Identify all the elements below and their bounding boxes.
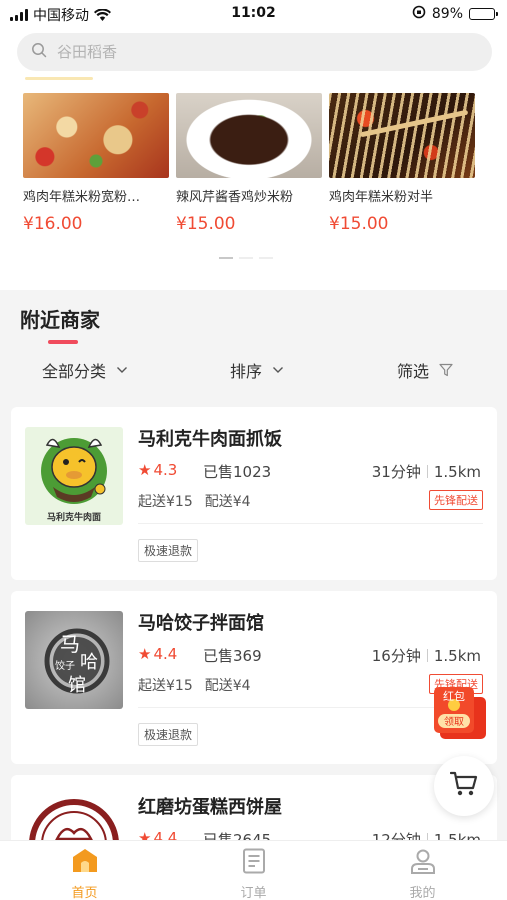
chevron-down-icon (116, 366, 128, 374)
dish-price: ¥15.00 (329, 214, 389, 234)
nav-orders[interactable]: 订单 (169, 841, 338, 900)
shop-logo: 马 哈 饺子 馆 (25, 611, 123, 709)
sort-filter[interactable]: 排序 (230, 358, 284, 382)
shop-logo: 马利克牛肉面 (25, 427, 123, 525)
delivery-time: 16分钟 (371, 647, 421, 665)
divider (138, 523, 483, 524)
nearby-title: 附近商家 (20, 308, 100, 332)
nav-profile-label: 我的 (409, 886, 436, 900)
nav-home[interactable]: 首页 (0, 841, 169, 900)
order-icon (241, 848, 267, 878)
svg-text:马利克牛肉面: 马利克牛肉面 (47, 511, 101, 523)
sort-filter-label: 排序 (230, 362, 263, 381)
nav-home-label: 首页 (71, 886, 98, 900)
red-packet-button[interactable]: 红包 领取 (432, 683, 488, 741)
dish-image (329, 93, 475, 178)
refund-tag: 极速退款 (138, 539, 199, 562)
shop-sold: 已售1023 (203, 463, 272, 481)
star-icon: ★ (138, 461, 152, 479)
search-bar[interactable] (17, 33, 492, 71)
shop-distance: 1.5km (433, 462, 481, 481)
dish-image (176, 93, 322, 178)
category-filter[interactable]: 全部分类 (42, 358, 128, 382)
dish-image (23, 93, 169, 178)
red-packet-label: 红包 (443, 690, 465, 703)
recommend-list: 鸡肉年糕米粉宽粉… ¥16.00 辣风芹酱香鸡炒米粉 ¥15.00 鸡肉年糕米粉… (23, 93, 475, 234)
min-order: 起送¥15 (138, 494, 193, 510)
delivery-fee: 配送¥4 (204, 494, 251, 510)
dish-name: 鸡肉年糕米粉对半 (329, 190, 434, 205)
logo-char: 馆 (68, 675, 86, 696)
recommend-item[interactable]: 鸡肉年糕米粉对半 ¥15.00 (329, 93, 475, 234)
cart-button[interactable] (434, 756, 494, 816)
recommend-item[interactable]: 辣风芹酱香鸡炒米粉 ¥15.00 (176, 93, 322, 234)
cart-icon (449, 771, 478, 801)
recommend-item[interactable]: 鸡肉年糕米粉宽粉… ¥16.00 (23, 93, 169, 234)
dish-price: ¥16.00 (23, 214, 83, 234)
shop-name: 马利克牛肉面抓饭 (138, 429, 282, 450)
delivery-fee: 配送¥4 (204, 678, 251, 694)
shop-card[interactable]: 马利克牛肉面 马利克牛肉面抓饭 ★ 4.3 已售1023 31分钟 1.5km 起送… (11, 407, 497, 580)
nav-profile[interactable]: 我的 (338, 841, 507, 900)
bottom-nav: 首页 订单 我的 (0, 840, 507, 900)
nav-orders-label: 订单 (240, 886, 267, 900)
delivery-time: 31分钟 (371, 463, 421, 481)
screen-filter[interactable]: 筛选 (397, 358, 453, 382)
logo-char: 马 (60, 632, 80, 656)
shop-card[interactable]: 马 哈 饺子 馆 马哈饺子拌面馆 ★ 4.4 已售369 16分钟 1.5km 起送… (11, 591, 497, 764)
section-indicator (25, 77, 93, 80)
funnel-icon (439, 363, 453, 377)
chevron-down-icon (272, 366, 284, 374)
dish-price: ¥15.00 (176, 214, 236, 234)
home-icon (72, 848, 98, 878)
shop-sold: 已售369 (203, 647, 262, 665)
filter-row: 全部分类 排序 筛选 (0, 358, 507, 384)
rotation-lock-icon (412, 5, 426, 23)
title-underline (48, 340, 78, 344)
red-packet-claim: 领取 (444, 715, 464, 728)
shop-rating: 4.4 (153, 645, 178, 663)
battery-percent: 89% (431, 6, 463, 22)
refund-tag: 极速退款 (138, 723, 199, 746)
shop-name: 马哈饺子拌面馆 (138, 613, 264, 634)
dish-name: 辣风芹酱香鸡炒米粉 (176, 190, 294, 205)
carousel-pager (219, 257, 273, 259)
shop-name: 红磨坊蛋糕西饼屋 (138, 797, 282, 818)
status-bar: 中国移动 11:02 89% (0, 0, 507, 28)
star-icon: ★ (138, 645, 152, 663)
logo-char: 饺子 (55, 659, 75, 672)
min-order: 起送¥15 (138, 678, 193, 694)
dish-name: 鸡肉年糕米粉宽粉… (23, 190, 141, 205)
shop-distance: 1.5km (433, 646, 481, 665)
delivery-badge: 先锋配送 (429, 490, 483, 510)
search-input[interactable] (57, 43, 457, 61)
shop-rating: 4.3 (153, 461, 178, 479)
category-filter-label: 全部分类 (42, 362, 107, 381)
logo-char: 哈 (80, 652, 98, 673)
battery-icon (469, 8, 498, 20)
search-icon (31, 42, 47, 62)
screen-filter-label: 筛选 (397, 362, 430, 381)
profile-icon (410, 848, 436, 878)
